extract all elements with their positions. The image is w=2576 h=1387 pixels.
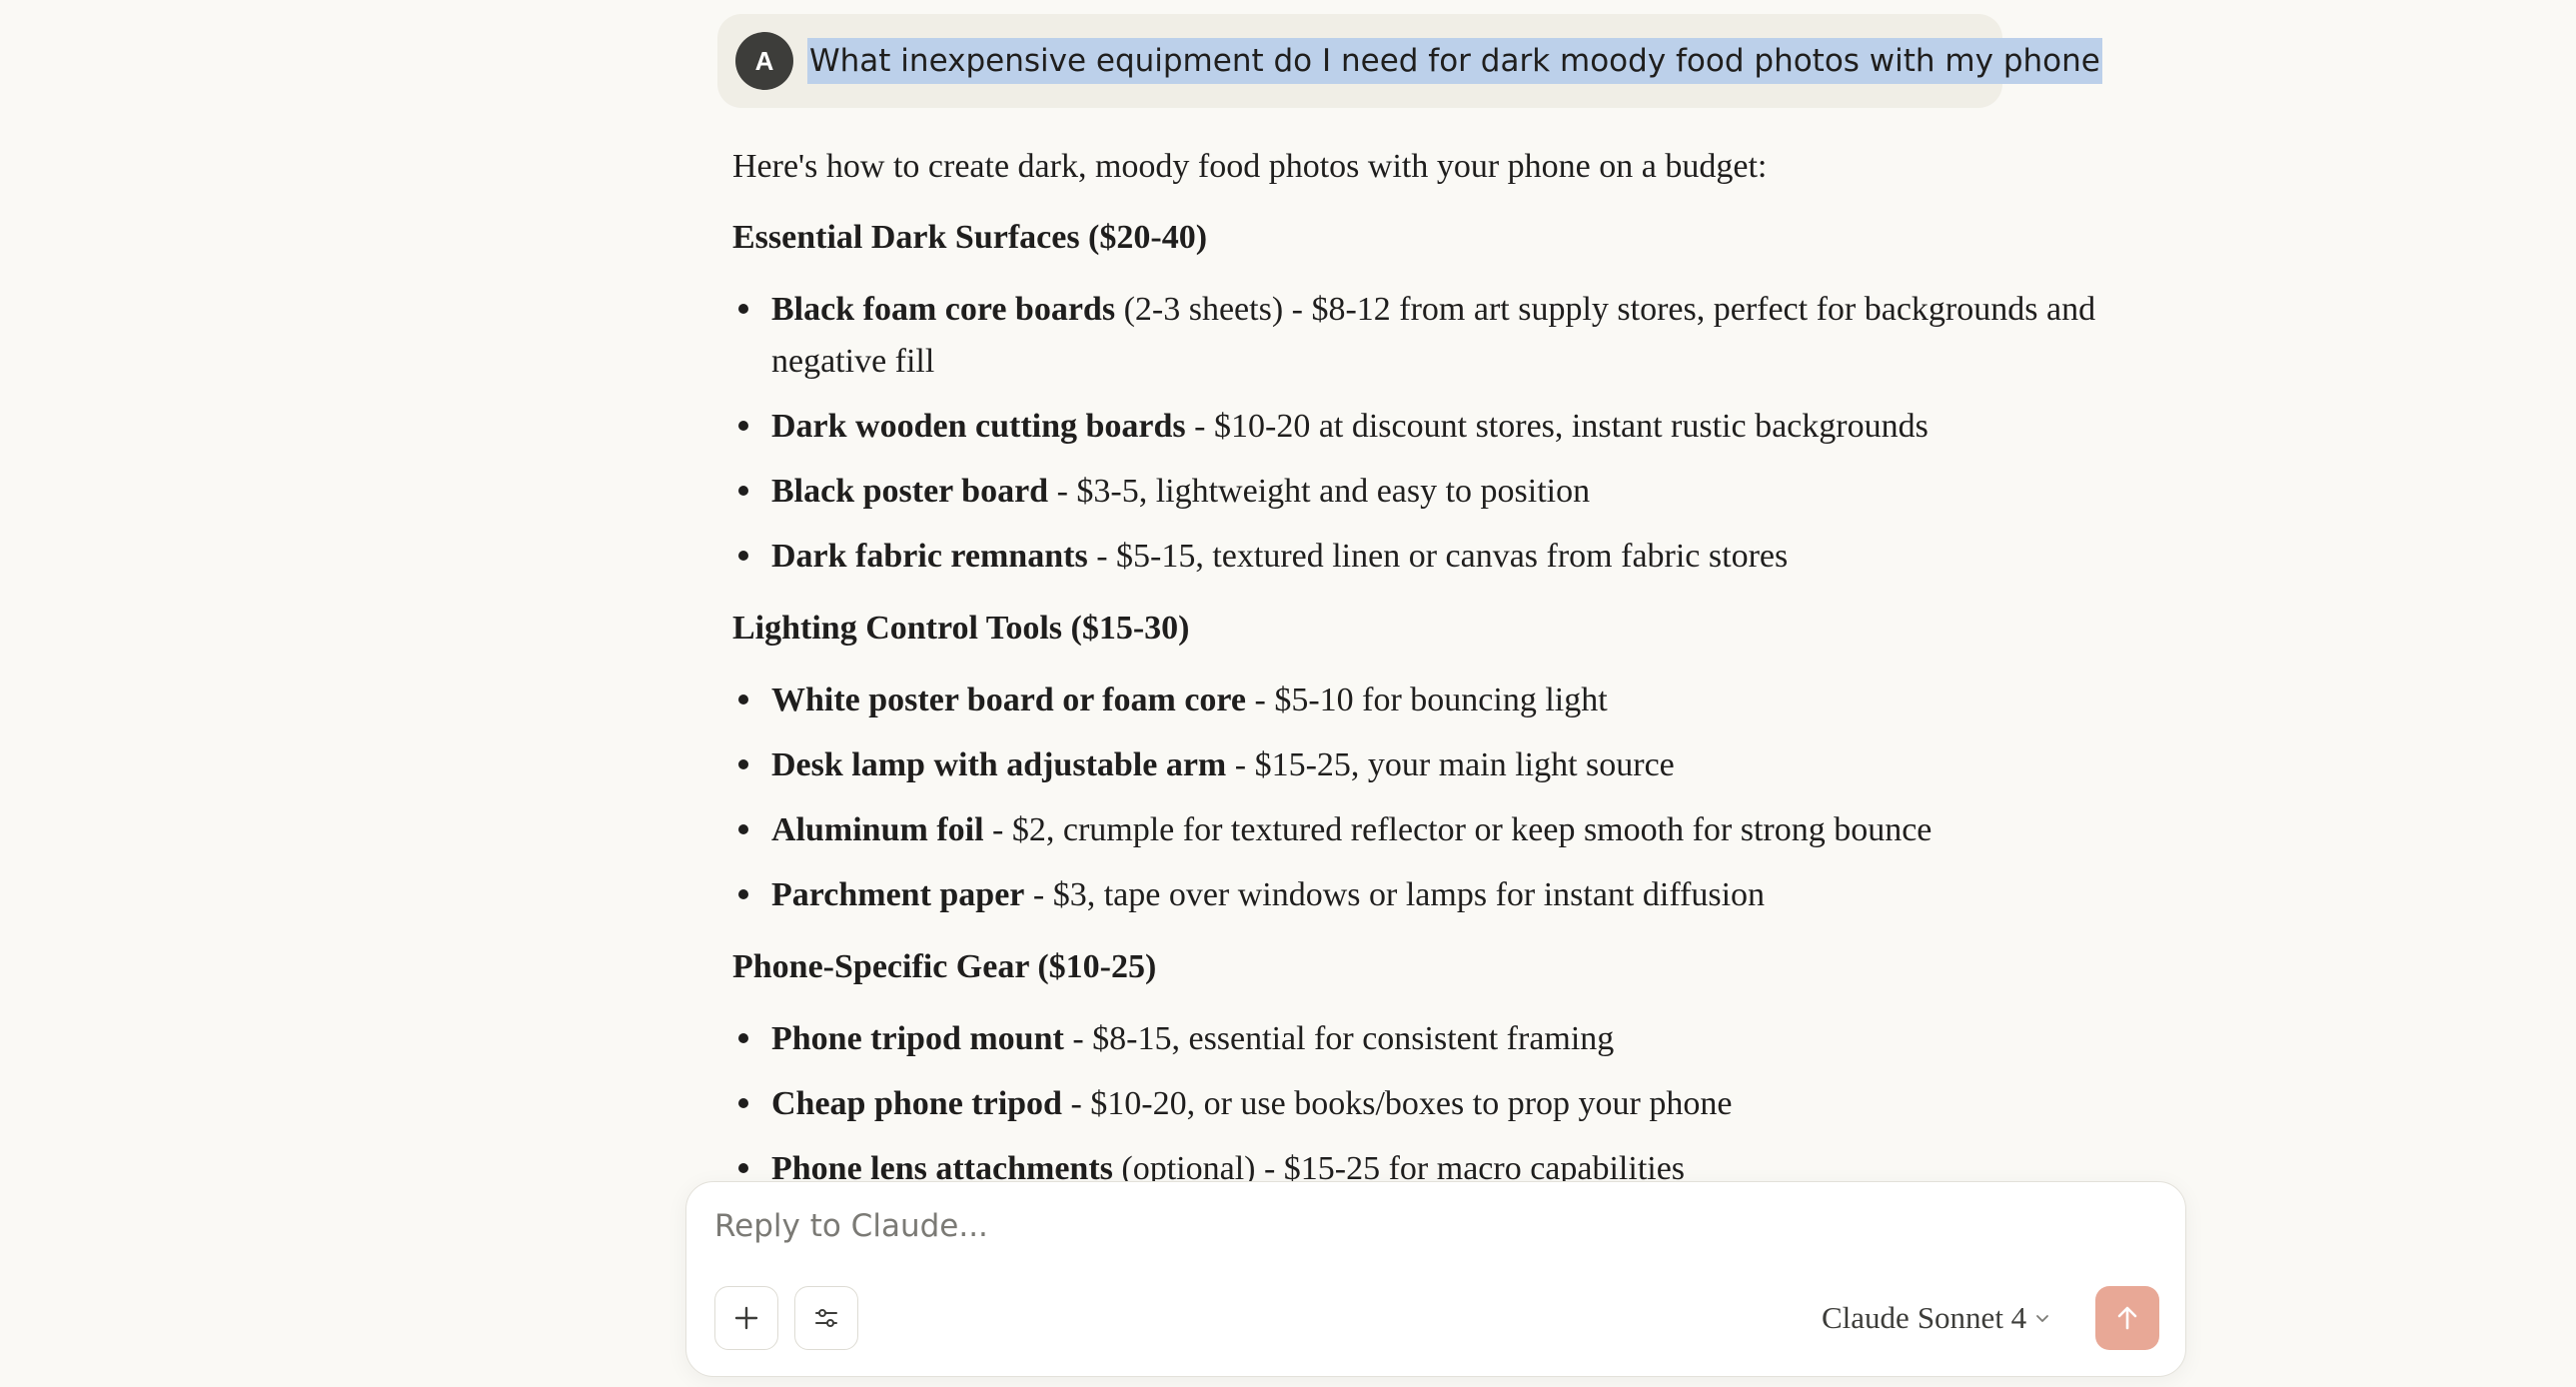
send-button[interactable]: [2095, 1286, 2159, 1350]
list-item-title: White poster board or foam core: [771, 682, 1246, 718]
list-item-title: Dark fabric remnants: [771, 538, 1088, 575]
bullet-icon: [738, 551, 748, 561]
section-heading: Phone-Specific Gear ($10-25): [732, 948, 1157, 985]
model-name: Sonnet 4: [1917, 1300, 2027, 1335]
arrow-up-icon: [2117, 1306, 2137, 1330]
list-item: Black foam core boards (2-3 sheets) - $8…: [732, 284, 2111, 388]
model-brand: Claude: [1822, 1300, 1910, 1335]
list-item: Desk lamp with adjustable arm - $15-25, …: [732, 739, 2111, 791]
list-item: Phone tripod mount - $8-15, essential fo…: [732, 1013, 2111, 1065]
add-attachment-button[interactable]: [714, 1286, 778, 1350]
user-message-text: What inexpensive equipment do I need for…: [807, 38, 2102, 84]
list-item-text: - $8-15, essential for consistent framin…: [1063, 1020, 1615, 1057]
reply-input[interactable]: [714, 1208, 1914, 1244]
reply-composer: Claude Sonnet 4: [685, 1181, 2186, 1377]
list-item-text: - $5-15, textured linen or canvas from f…: [1087, 538, 1789, 575]
list-item-title: Phone tripod mount: [771, 1020, 1064, 1057]
list-item: Dark wooden cutting boards - $10-20 at d…: [732, 401, 2111, 453]
model-selector[interactable]: Claude Sonnet 4: [1822, 1294, 2052, 1342]
list-item-title: Black foam core boards: [771, 291, 1116, 328]
list-item-title: Black poster board: [771, 473, 1049, 510]
bullet-icon: [738, 486, 748, 496]
bullet-icon: [738, 759, 748, 769]
list-item: White poster board or foam core - $5-10 …: [732, 675, 2111, 726]
list-item-title: Aluminum foil: [771, 811, 984, 848]
bullet-icon: [738, 694, 748, 704]
bullet-icon: [738, 421, 748, 431]
bullet-icon: [738, 1163, 748, 1173]
list-item: Parchment paper - $3, tape over windows …: [732, 869, 2111, 921]
list-item-title: Desk lamp with adjustable arm: [771, 746, 1227, 783]
list-item-text: - $3-5, lightweight and easy to position: [1048, 473, 1591, 510]
bullet-icon: [738, 889, 748, 899]
list-item: Cheap phone tripod - $10-20, or use book…: [732, 1078, 2111, 1130]
list-item-text: - $10-20 at discount stores, instant rus…: [1185, 408, 1929, 445]
tools-button[interactable]: [794, 1286, 858, 1350]
list-item-text: - $5-10 for bouncing light: [1246, 682, 1608, 718]
plus-icon: [734, 1306, 758, 1330]
list-item-text: - $10-20, or use books/boxes to prop you…: [1061, 1085, 1733, 1122]
list-item-title: Parchment paper: [771, 876, 1025, 913]
list-item-text: - $2, crumple for textured reflector or …: [983, 811, 1932, 848]
bullet-icon: [738, 304, 748, 314]
user-message: A What inexpensive equipment do I need f…: [717, 14, 2102, 108]
chevron-down-icon: [2036, 1315, 2049, 1322]
bullet-icon: [738, 824, 748, 834]
bullet-icon: [738, 1098, 748, 1108]
response-intro: Here's how to create dark, moody food ph…: [732, 148, 1768, 185]
section-heading: Essential Dark Surfaces ($20-40): [732, 219, 1208, 256]
section-heading: Lighting Control Tools ($15-30): [732, 610, 1190, 647]
list-item-title: Cheap phone tripod: [771, 1085, 1062, 1122]
list-item-text: - $3, tape over windows or lamps for ins…: [1024, 876, 1766, 913]
list-item-title: Dark wooden cutting boards: [771, 408, 1186, 445]
list-item-text: - $15-25, your main light source: [1226, 746, 1675, 783]
list-item: Black poster board - $3-5, lightweight a…: [732, 466, 2111, 518]
list-item: Dark fabric remnants - $5-15, textured l…: [732, 531, 2111, 583]
bullet-icon: [738, 1033, 748, 1043]
sliders-icon: [815, 1309, 837, 1327]
list-item: Aluminum foil - $2, crumple for textured…: [732, 804, 2111, 856]
user-avatar[interactable]: A: [735, 32, 793, 90]
